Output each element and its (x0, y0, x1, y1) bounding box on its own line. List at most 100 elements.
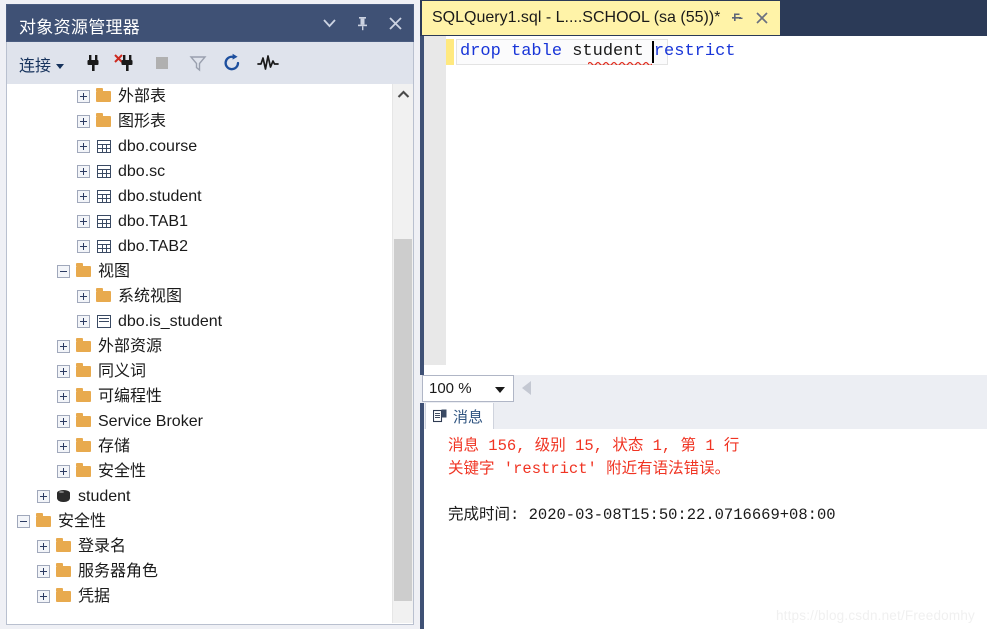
document-area: SQLQuery1.sql - L....SCHOOL (sa (55))* d… (420, 0, 987, 629)
table-icon (95, 189, 112, 205)
tree-item-label: 图形表 (118, 112, 167, 130)
expand-plus-icon[interactable] (77, 140, 90, 153)
tree-item-label: 视图 (98, 262, 131, 280)
expand-plus-icon[interactable] (57, 365, 70, 378)
tree-item[interactable]: 安全性 (7, 459, 393, 484)
sql-keyword-table: table (511, 42, 563, 61)
expand-plus-icon[interactable] (77, 90, 90, 103)
watermark-text: https://blog.csdn.net/Freedomhy (775, 608, 975, 623)
close-icon[interactable] (385, 12, 405, 34)
tree-item[interactable]: 外部资源 (7, 334, 393, 359)
expand-plus-icon[interactable] (77, 190, 90, 203)
syntax-error-squiggle (588, 61, 652, 65)
pane-collapse-arrow-icon[interactable] (522, 381, 531, 395)
scroll-up-arrow-icon[interactable] (393, 84, 413, 104)
tree-item-label: 登录名 (78, 537, 127, 555)
folder-icon (75, 413, 92, 430)
folder-icon (75, 363, 92, 380)
table-icon (95, 214, 112, 230)
activity-monitor-icon[interactable] (255, 50, 281, 76)
tree-item-label: dbo.TAB2 (118, 237, 188, 255)
pin-icon[interactable] (352, 12, 372, 34)
tree-item[interactable]: 登录名 (7, 534, 393, 559)
scrollbar-thumb[interactable] (394, 239, 412, 601)
pin-icon[interactable] (726, 7, 746, 29)
refresh-icon[interactable] (219, 50, 245, 76)
folder-icon (35, 513, 52, 530)
zoom-level-select[interactable]: 100 % (422, 375, 514, 402)
editor-gutter (424, 36, 446, 365)
object-explorer-tree-container: 外部表 图形表 dbo.course dbo.sc dbo.student dbo.TAB… (6, 84, 414, 625)
tree-item[interactable]: dbo.TAB2 (7, 234, 393, 259)
connect-plug-icon[interactable] (81, 50, 107, 76)
expand-plus-icon[interactable] (37, 565, 50, 578)
expand-plus-icon[interactable] (77, 315, 90, 328)
expand-plus-icon[interactable] (57, 340, 70, 353)
tree-item[interactable]: student (7, 484, 393, 509)
collapse-minus-icon[interactable] (17, 515, 30, 528)
sql-keyword-drop: drop (460, 42, 501, 61)
expand-plus-icon[interactable] (37, 590, 50, 603)
disconnect-plug-icon[interactable] (113, 50, 139, 76)
text-caret (652, 41, 654, 63)
results-zoom-bar: 100 % (420, 375, 987, 403)
tree-item[interactable]: 服务器角色 (7, 559, 393, 584)
expand-plus-icon[interactable] (57, 390, 70, 403)
folder-icon (95, 288, 112, 305)
dropdown-icon[interactable] (319, 12, 339, 34)
filter-icon[interactable] (185, 50, 211, 76)
sql-identifier-student: student (572, 42, 644, 61)
connect-button[interactable]: 连接 (19, 52, 65, 76)
sql-editor[interactable]: drop table student restrict (420, 36, 987, 365)
tree-item[interactable]: 图形表 (7, 109, 393, 134)
sql-error-token-restrict: restrict (653, 42, 736, 61)
tree-item-label: 同义词 (98, 362, 147, 380)
tree-vertical-scrollbar[interactable] (392, 84, 413, 623)
expand-plus-icon[interactable] (37, 490, 50, 503)
object-explorer-tree[interactable]: 外部表 图形表 dbo.course dbo.sc dbo.student dbo.TAB… (7, 84, 393, 623)
tree-item[interactable]: 存储 (7, 434, 393, 459)
tree-item-label: Service Broker (98, 412, 203, 430)
collapse-minus-icon[interactable] (57, 265, 70, 278)
view-icon (95, 314, 112, 330)
stop-icon[interactable] (149, 50, 175, 76)
tree-item-label: 安全性 (98, 462, 147, 480)
messages-output[interactable]: 消息 156, 级别 15, 状态 1, 第 1 行 关键字 'restrict… (424, 429, 987, 629)
expand-plus-icon[interactable] (37, 540, 50, 553)
object-explorer-title-buttons (319, 5, 405, 41)
expand-plus-icon[interactable] (77, 115, 90, 128)
close-icon[interactable] (752, 7, 772, 29)
tree-item[interactable]: Service Broker (7, 409, 393, 434)
tree-item[interactable]: dbo.is_student (7, 309, 393, 334)
folder-icon (75, 388, 92, 405)
expand-plus-icon[interactable] (57, 440, 70, 453)
tree-item[interactable]: dbo.TAB1 (7, 209, 393, 234)
tree-item[interactable]: 安全性 (7, 509, 393, 534)
folder-icon (75, 338, 92, 355)
tree-item-label: 外部资源 (98, 337, 163, 355)
tree-item[interactable]: 可编程性 (7, 384, 393, 409)
tree-item[interactable]: dbo.course (7, 134, 393, 159)
expand-plus-icon[interactable] (57, 465, 70, 478)
table-icon (95, 139, 112, 155)
results-pane: 100 % 消息 消息 156, 级别 15, 状态 1, 第 1 行 关键字 … (420, 365, 987, 629)
expand-plus-icon[interactable] (57, 415, 70, 428)
tree-item-label: student (78, 487, 131, 505)
chevron-down-icon (495, 387, 505, 393)
tree-item[interactable]: 同义词 (7, 359, 393, 384)
tree-item[interactable]: dbo.student (7, 184, 393, 209)
folder-icon (75, 438, 92, 455)
tree-item[interactable]: 视图 (7, 259, 393, 284)
folder-icon (55, 588, 72, 605)
tree-item[interactable]: 凭据 (7, 584, 393, 609)
expand-plus-icon[interactable] (77, 165, 90, 178)
expand-plus-icon[interactable] (77, 290, 90, 303)
tree-item[interactable]: dbo.sc (7, 159, 393, 184)
tree-item[interactable]: 外部表 (7, 84, 393, 109)
tab-messages[interactable]: 消息 (425, 403, 495, 429)
expand-plus-icon[interactable] (77, 240, 90, 253)
expand-plus-icon[interactable] (77, 215, 90, 228)
tab-sqlquery1[interactable]: SQLQuery1.sql - L....SCHOOL (sa (55))* (422, 1, 781, 35)
tree-item-label: 系统视图 (118, 287, 183, 305)
tree-item[interactable]: 系统视图 (7, 284, 393, 309)
